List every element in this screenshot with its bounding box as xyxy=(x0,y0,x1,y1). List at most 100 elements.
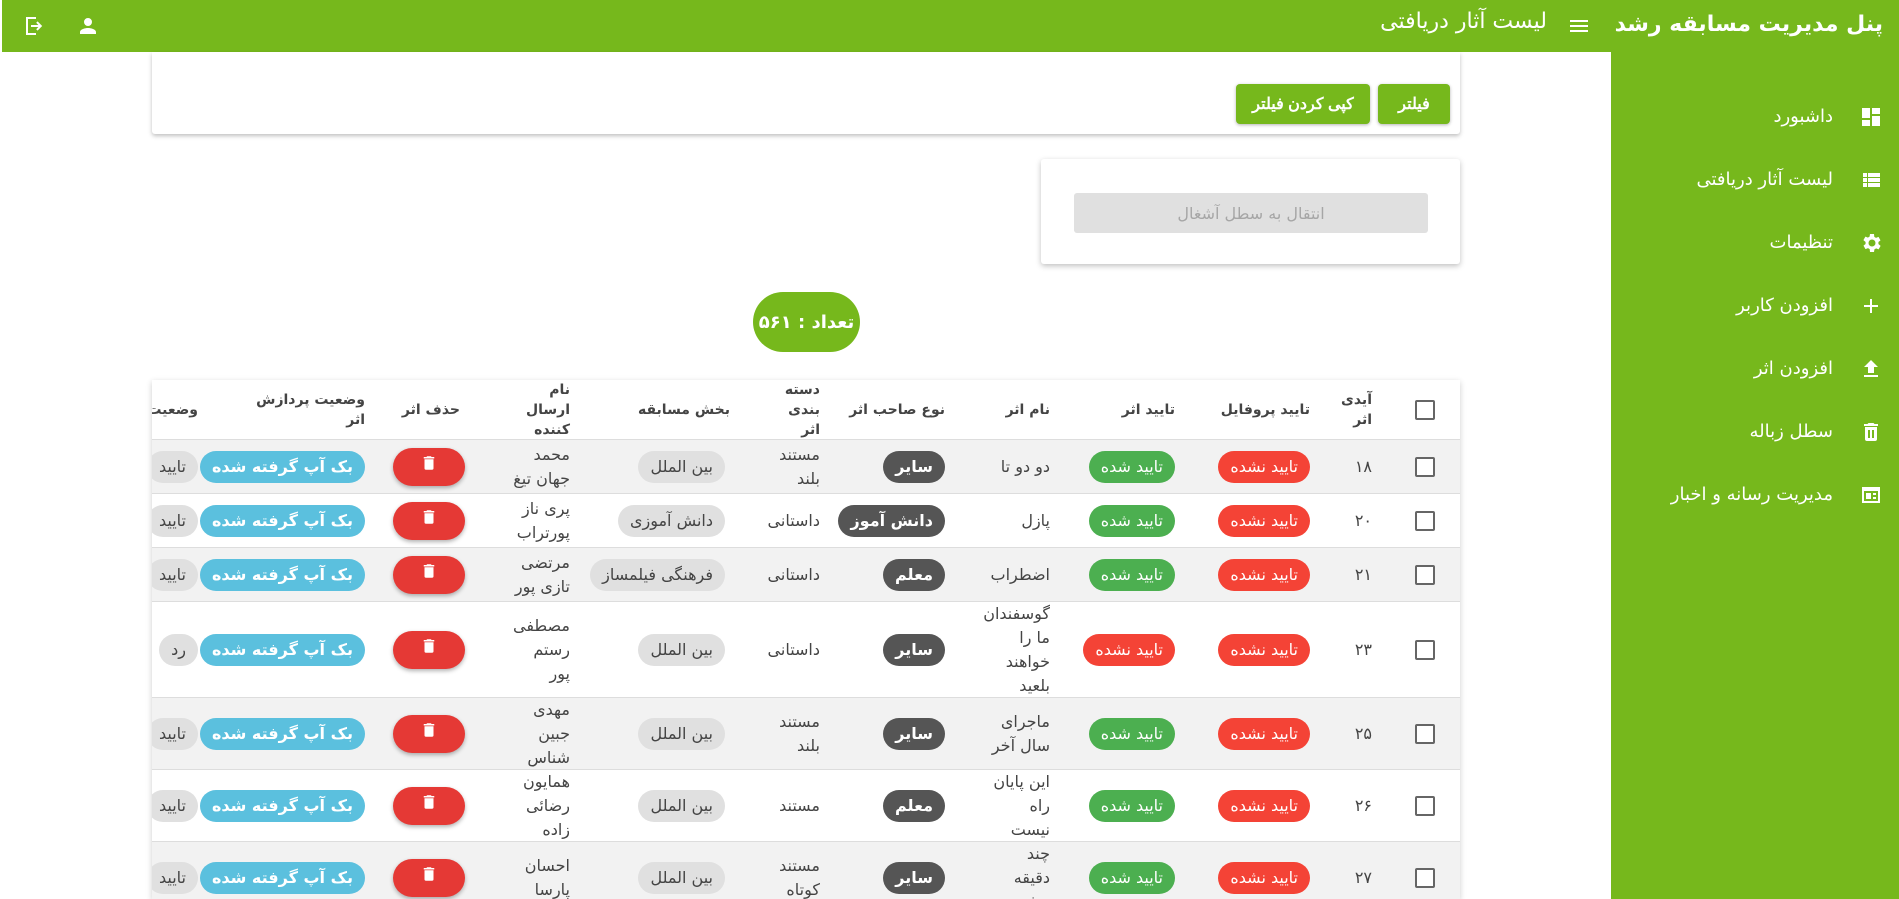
work-approval-badge[interactable]: تایید نشده xyxy=(1083,633,1175,666)
table-row: ۱۸ تایید نشده تایید شده دو دو تا سایر مستند ب… xyxy=(152,440,1460,494)
status-chip[interactable]: تایید xyxy=(152,558,198,591)
sidebar-item-add-user[interactable]: افزودن کاربر xyxy=(1611,274,1899,337)
category-text: داستانی xyxy=(767,564,820,584)
sidebar-item-received-works[interactable]: لیست آثار دریافتی xyxy=(1611,148,1899,211)
work-approval-badge[interactable]: تایید شده xyxy=(1088,504,1175,537)
count-badge: تعداد : ۵۶۱ xyxy=(753,292,860,352)
category-text: داستانی xyxy=(767,639,820,659)
delete-button[interactable] xyxy=(393,630,465,669)
row-checkbox[interactable] xyxy=(1415,510,1435,531)
row-checkbox[interactable] xyxy=(1415,723,1435,744)
work-approval-badge[interactable]: تایید شده xyxy=(1088,558,1175,591)
sender-name: مرتضی تازی پور xyxy=(510,548,570,601)
processing-status-chip: بک آپ گرفته شده xyxy=(199,450,365,483)
processing-cell: بک آپ گرفته شده xyxy=(199,842,365,899)
work-name: چند دقیقه بیشتر xyxy=(988,842,1050,899)
profile-approval-badge[interactable]: تایید نشده xyxy=(1218,558,1310,591)
category: داستانی xyxy=(760,494,820,547)
table-row: ۲۶ تایید نشده تایید شده این پایان راه نیست م… xyxy=(152,770,1460,842)
work-name-text: اضطراب xyxy=(990,564,1051,584)
work-approval-cell: تایید شده xyxy=(1088,494,1175,547)
profile-approval-badge[interactable]: تایید نشده xyxy=(1218,861,1310,894)
processing-cell: بک آپ گرفته شده xyxy=(199,548,365,601)
processing-status-chip: بک آپ گرفته شده xyxy=(199,717,365,750)
sidebar-item-dashboard[interactable]: داشبورد xyxy=(1611,85,1899,148)
header-work-name: نام اثر xyxy=(1005,402,1050,418)
owner-type-cell: سایر xyxy=(883,602,945,697)
work-id-text: ۲۷ xyxy=(1354,867,1372,887)
work-id-text: ۲۶ xyxy=(1354,795,1372,815)
row-checkbox[interactable] xyxy=(1415,456,1435,477)
header-id: آیدی اثر xyxy=(1341,392,1372,428)
work-approval-badge[interactable]: تایید شده xyxy=(1088,717,1175,750)
work-name-text: گوسفندان ما را خواهند بلعید xyxy=(983,603,1050,695)
work-approval-badge[interactable]: تایید شده xyxy=(1088,450,1175,483)
processing-status-chip: بک آپ گرفته شده xyxy=(199,789,365,822)
work-name: این پایان راه نیست xyxy=(988,770,1050,841)
work-name-text: این پایان راه نیست xyxy=(993,771,1050,839)
profile-approval-badge[interactable]: تایید نشده xyxy=(1218,717,1310,750)
copy-filter-button[interactable]: کپی کردن فیلتر xyxy=(1236,84,1370,124)
status-chip[interactable]: تایید xyxy=(152,450,198,483)
category: داستانی xyxy=(760,602,820,697)
bulk-actions-panel: انتقال به سطل آشغال xyxy=(1041,159,1460,264)
category-text: مستند بلند xyxy=(779,444,820,488)
menu-icon[interactable] xyxy=(1567,14,1591,38)
profile-approval-cell: تایید نشده xyxy=(1218,494,1310,547)
row-checkbox[interactable] xyxy=(1415,639,1435,660)
table-row: ۲۷ تایید نشده تایید شده چند دقیقه بیشتر سایر… xyxy=(152,842,1460,899)
section-cell: بین الملل xyxy=(638,440,725,493)
gear-icon xyxy=(1859,231,1883,255)
profile-approval-cell: تایید نشده xyxy=(1218,770,1310,841)
trash-icon xyxy=(420,792,438,819)
profile-approval-badge[interactable]: تایید نشده xyxy=(1218,504,1310,537)
delete-button[interactable] xyxy=(393,714,465,753)
section-chip: بین الملل xyxy=(638,450,725,483)
row-checkbox[interactable] xyxy=(1415,564,1435,585)
move-to-trash-button[interactable]: انتقال به سطل آشغال xyxy=(1074,193,1428,233)
status-chip[interactable]: رد xyxy=(159,633,198,666)
profile-approval-badge[interactable]: تایید نشده xyxy=(1218,789,1310,822)
row-select-cell xyxy=(1410,494,1440,547)
filter-button[interactable]: فیلتر xyxy=(1378,84,1450,124)
delete-button[interactable] xyxy=(393,447,465,486)
status-chip[interactable]: تایید xyxy=(152,861,198,894)
work-approval-cell: تایید شده xyxy=(1088,440,1175,493)
row-checkbox[interactable] xyxy=(1415,795,1435,816)
sidebar-item-add-work[interactable]: افزودن اثر xyxy=(1611,337,1899,400)
page-title: لیست آثار دریافتی xyxy=(1380,9,1547,34)
work-approval-cell: تایید شده xyxy=(1088,842,1175,899)
sidebar-item-label: افزودن اثر xyxy=(1753,358,1833,379)
header-status: وضعیت xyxy=(152,402,198,418)
select-all-checkbox[interactable] xyxy=(1415,400,1435,420)
processing-cell: بک آپ گرفته شده xyxy=(199,440,365,493)
row-select-cell xyxy=(1410,770,1440,841)
delete-button[interactable] xyxy=(393,858,465,897)
sidebar-item-media-news[interactable]: مدیریت رسانه و اخبار xyxy=(1611,463,1899,526)
sender-name-text: مصطفی رستم پور xyxy=(513,615,570,683)
work-approval-badge[interactable]: تایید شده xyxy=(1088,861,1175,894)
status-chip[interactable]: تایید xyxy=(152,717,198,750)
status-chip[interactable]: تایید xyxy=(152,504,198,537)
sidebar-item-trash[interactable]: سطل زباله xyxy=(1611,400,1899,463)
profile-approval-cell: تایید نشده xyxy=(1218,548,1310,601)
logout-icon[interactable] xyxy=(22,14,46,38)
sender-name: همایون رضائی زاده xyxy=(510,770,570,841)
profile-approval-badge[interactable]: تایید نشده xyxy=(1218,450,1310,483)
sidebar-item-settings[interactable]: تنظیمات xyxy=(1611,211,1899,274)
work-name: پازل xyxy=(988,494,1050,547)
sender-name-text: مرتضی تازی پور xyxy=(514,552,570,596)
row-checkbox[interactable] xyxy=(1415,867,1435,888)
user-icon[interactable] xyxy=(76,14,100,38)
delete-button[interactable] xyxy=(393,501,465,540)
delete-button[interactable] xyxy=(393,555,465,594)
status-cell: تایید xyxy=(152,770,198,841)
profile-approval-badge[interactable]: تایید نشده xyxy=(1218,633,1310,666)
processing-cell: بک آپ گرفته شده xyxy=(199,698,365,769)
delete-button[interactable] xyxy=(393,786,465,825)
status-chip[interactable]: تایید xyxy=(152,789,198,822)
work-approval-badge[interactable]: تایید شده xyxy=(1088,789,1175,822)
work-name-text: پازل xyxy=(1021,510,1050,530)
section-cell: دانش آموزی xyxy=(617,494,725,547)
work-id: ۱۸ xyxy=(1336,440,1372,493)
